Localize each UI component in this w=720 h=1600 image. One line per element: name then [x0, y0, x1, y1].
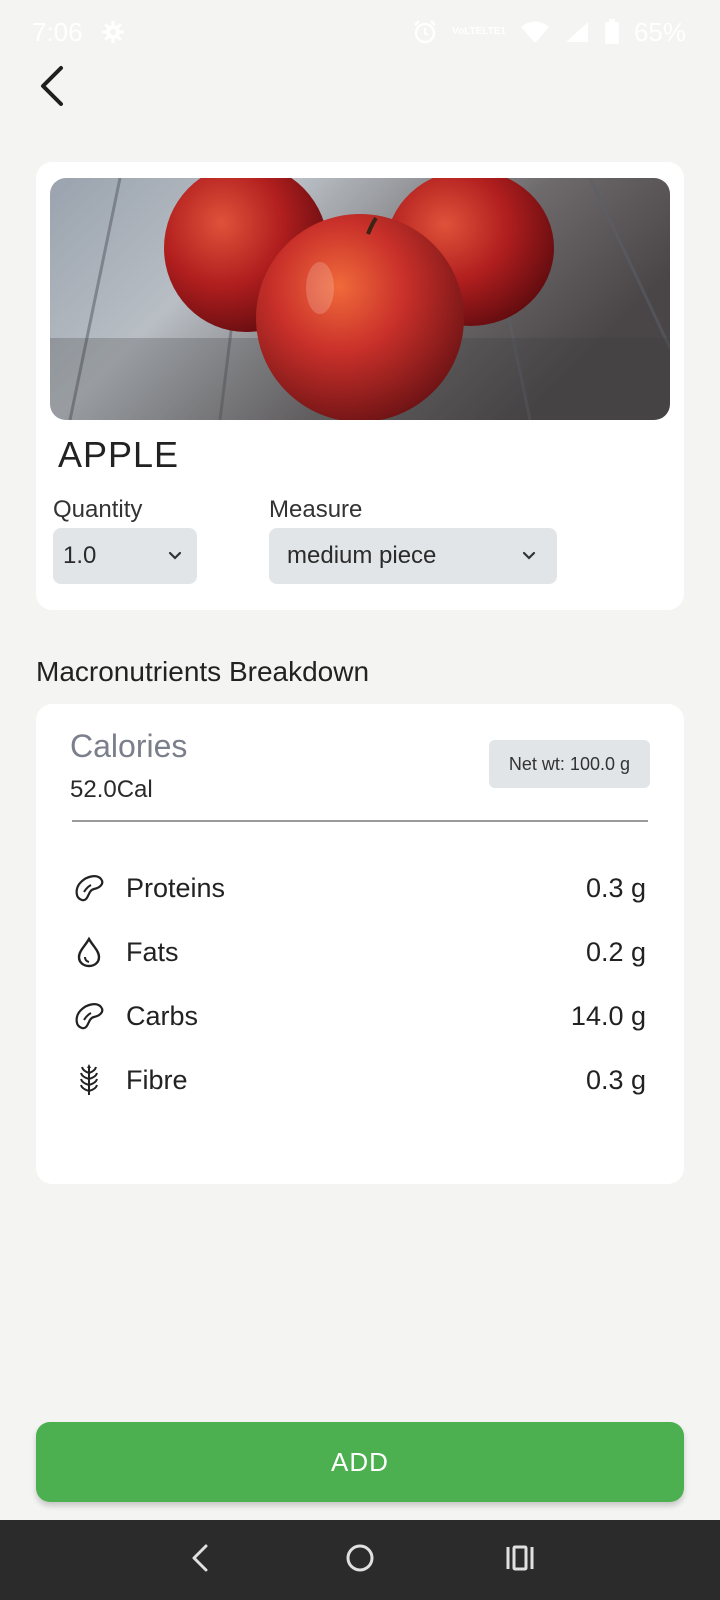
nutrient-left: Carbs: [72, 999, 198, 1033]
nutrient-row-carbs: Carbs 14.0 g: [72, 996, 646, 1036]
nutrient-left: Proteins: [72, 871, 225, 905]
bean-icon: [72, 999, 106, 1033]
nutrient-value: 0.3 g: [585, 1064, 646, 1095]
chevron-left-icon: [37, 64, 67, 113]
divider: [72, 820, 648, 822]
food-image: [50, 178, 670, 420]
system-nav-bar: [0, 1520, 720, 1600]
status-right: VoLTE LTE1 65%: [412, 17, 686, 48]
nutrient-row-proteins: Proteins 0.3 g: [72, 868, 646, 908]
macros-card: Calories 52.0Cal Net wt: 100.0 g Protein…: [36, 704, 684, 1184]
nutrient-left: Fibre: [72, 1063, 188, 1097]
signal-icon: [564, 20, 590, 44]
food-card: APPLE Quantity 1.0 Measure medium piece: [36, 162, 684, 610]
volte-icon: VoLTE LTE1: [452, 27, 506, 37]
macros-section-title: Macronutrients Breakdown: [36, 656, 370, 687]
nutrient-value: 0.3 g: [585, 872, 646, 903]
nutrient-left: Fats: [72, 935, 179, 969]
bean-icon: [72, 871, 106, 905]
quantity-select[interactable]: 1.0: [53, 528, 197, 584]
nutrient-row-fats: Fats 0.2 g: [72, 932, 646, 972]
calories-label: Calories: [70, 728, 188, 764]
nutrient-name: Proteins: [126, 872, 226, 903]
wheat-icon: [72, 1063, 106, 1097]
quantity-value: 1.0: [63, 542, 97, 569]
nutrient-name: Fibre: [126, 1064, 188, 1095]
settings-gear-icon: [101, 20, 125, 44]
alarm-icon: [412, 19, 438, 45]
status-left: 7:06: [32, 17, 125, 48]
add-button[interactable]: ADD: [36, 1422, 684, 1502]
nutrient-value: 0.2 g: [585, 936, 646, 967]
battery-icon: [604, 19, 620, 45]
nav-back-icon: [189, 1542, 211, 1579]
status-time: 7:06: [32, 16, 83, 47]
nav-back-button[interactable]: [170, 1530, 230, 1590]
volte-line2: LTE1: [482, 26, 506, 37]
back-button[interactable]: [30, 62, 74, 114]
nutrient-value: 14.0 g: [570, 1000, 646, 1031]
nutrient-row-fibre: Fibre 0.3 g: [72, 1060, 646, 1100]
nutrient-name: Carbs: [126, 1000, 199, 1031]
recents-icon: [504, 1544, 536, 1577]
home-icon: [344, 1542, 376, 1579]
status-bar: 7:06 VoLTE LTE1 65%: [0, 0, 720, 64]
chevron-down-icon: [521, 551, 537, 561]
net-weight-badge: Net wt: 100.0 g: [488, 740, 650, 788]
measure-select[interactable]: medium piece: [269, 528, 557, 584]
quantity-label: Quantity: [53, 496, 143, 523]
food-name: APPLE: [58, 434, 180, 475]
drop-icon: [72, 935, 106, 969]
food-detail-screen: 7:06 VoLTE LTE1 65% APPLE Quantity 1.0 M…: [0, 0, 720, 1600]
nav-recents-button[interactable]: [490, 1530, 550, 1590]
measure-value: medium piece: [287, 542, 437, 569]
chevron-down-icon: [167, 551, 183, 561]
volte-line1: VoLTE: [452, 26, 483, 37]
wifi-icon: [520, 20, 550, 44]
battery-percent: 65%: [633, 16, 686, 47]
measure-label: Measure: [269, 496, 363, 523]
calories-value: 52.0Cal: [70, 776, 153, 803]
nav-home-button[interactable]: [330, 1530, 390, 1590]
nutrient-name: Fats: [126, 936, 179, 967]
